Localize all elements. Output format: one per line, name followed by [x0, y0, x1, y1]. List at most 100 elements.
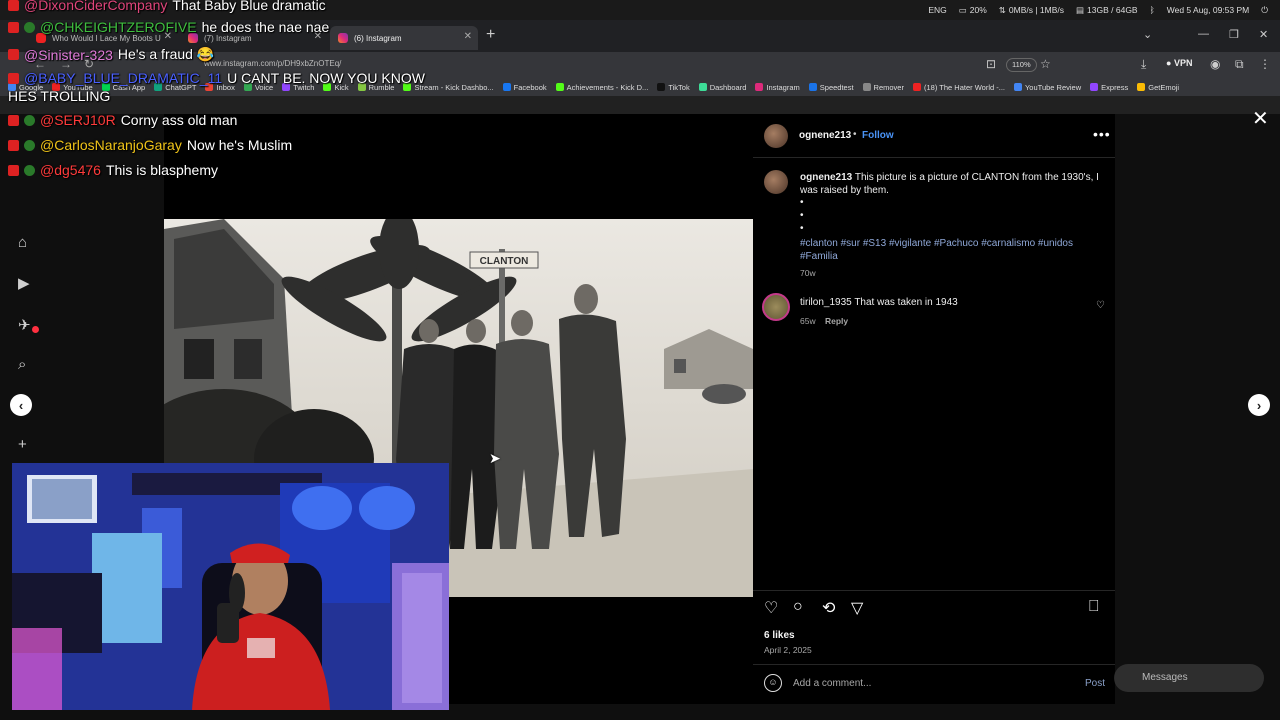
bookmark-star-icon[interactable]: ☆ [1040, 57, 1051, 71]
next-post-icon[interactable]: › [1248, 394, 1270, 416]
member-badge-icon [24, 139, 35, 151]
new-tab-button[interactable]: + [486, 26, 495, 44]
emoji-icon[interactable]: ☺ [764, 674, 782, 692]
save-icon[interactable]: ⎕ [1089, 598, 1099, 616]
chat-message: @SERJ10R Corny ass old man [8, 112, 237, 128]
bookmark-item[interactable]: Facebook [502, 83, 547, 92]
bookmark-label: YouTube Review [1024, 82, 1082, 92]
bookmark-item[interactable]: Speedtest [808, 82, 854, 92]
zoom-indicator[interactable]: 110% [1006, 58, 1037, 72]
chat-text: He's a fraud 😂 [117, 46, 215, 62]
likes-count[interactable]: 6 likes [764, 630, 795, 641]
url-field[interactable]: www.instagram.com/p/DH9xbZnOTEq/ [204, 59, 341, 68]
language-indicator[interactable]: ENG [928, 5, 946, 15]
clock[interactable]: Wed 5 Aug, 09:53 PM [1167, 5, 1250, 15]
bluetooth-icon[interactable]: ᛒ [1150, 5, 1155, 15]
instagram-icon [338, 33, 348, 43]
chat-message: @dg5476 This is blasphemy [8, 162, 218, 178]
profile-icon[interactable]: ◉ [1210, 57, 1220, 71]
bookmark-label: Express [1101, 82, 1129, 92]
close-modal-icon[interactable]: ✕ [1252, 106, 1269, 131]
bookmark-favicon-icon [862, 83, 871, 91]
youtube-icon [8, 164, 19, 176]
reply-button[interactable]: Reply [825, 316, 848, 326]
divider [753, 157, 1115, 158]
bookmark-item[interactable]: TikTok [657, 83, 690, 92]
comment-username[interactable]: tirilon_1935 [800, 297, 852, 308]
comment-age[interactable]: 65w [800, 316, 816, 326]
bookmark-favicon-icon [1013, 83, 1022, 91]
bookmark-item[interactable]: Remover [862, 83, 904, 92]
vpn-button[interactable]: ● VPN [1166, 58, 1192, 68]
bookmark-label: (18) The Hater World -... [923, 82, 1005, 92]
commenter-avatar[interactable] [762, 293, 790, 321]
youtube-icon [8, 49, 19, 60]
notification-badge [32, 326, 39, 333]
comment-input[interactable]: Add a comment... [793, 678, 871, 689]
messages-button[interactable]: Messages [1114, 664, 1264, 692]
network-icon: ⇅ [998, 4, 1006, 15]
caption-username[interactable]: ognene213 [800, 172, 852, 183]
like-comment-icon[interactable]: ♡ [1096, 300, 1105, 311]
hashtags[interactable]: #clanton #sur #S13 #vigilante #Pachuco #… [800, 237, 1090, 263]
bookmark-item[interactable]: YouTube Review [1013, 82, 1082, 92]
bookmark-label: GetEmoji [1148, 82, 1180, 92]
battery-level: 20% [969, 5, 987, 15]
power-icon[interactable]: ⏻ [1261, 5, 1268, 16]
chat-text: Now he's Muslim [186, 137, 293, 153]
caption-bullet: • [800, 210, 804, 221]
divider [753, 664, 1115, 665]
reels-icon[interactable]: ▶ [18, 274, 30, 292]
bookmark-item[interactable]: (18) The Hater World -... [912, 82, 1005, 92]
screen: ENG ▭ 20% ⇅ 0MB/s | 1MB/s ▤ 13GB / 64GB ᛒ W… [0, 0, 1280, 720]
restore-button[interactable]: ❐ [1229, 28, 1239, 41]
menu-icon[interactable]: ⋮ [1259, 57, 1271, 71]
post-comment-button[interactable]: Post [1085, 678, 1105, 689]
messages-nav-icon[interactable]: ✈ [18, 316, 31, 334]
more-options-icon[interactable]: ••• [1093, 126, 1111, 142]
follow-button[interactable]: Follow [862, 130, 894, 141]
bookmark-item[interactable]: GetEmoji [1137, 83, 1179, 92]
author-avatar[interactable] [764, 124, 788, 148]
caption-age[interactable]: 70w [800, 268, 816, 278]
chat-message: @Sinister-323 He's a fraud 😂 [8, 46, 214, 63]
window-close-button[interactable]: ✕ [1259, 28, 1268, 41]
bookmark-item[interactable]: Dashboard [698, 82, 747, 92]
author-username[interactable]: ognene213 [799, 130, 851, 141]
chat-username: @CarlosNaranjoGaray [40, 137, 182, 153]
bookmark-favicon-icon [1090, 83, 1099, 91]
install-app-icon[interactable]: ⊡ [986, 57, 996, 71]
youtube-icon [8, 72, 19, 84]
bookmark-favicon-icon [1137, 83, 1146, 91]
bookmark-favicon-icon [808, 83, 817, 91]
home-icon[interactable]: ⌂ [18, 234, 27, 251]
minimize-button[interactable]: — [1198, 28, 1209, 40]
close-icon[interactable]: ✕ [464, 31, 472, 42]
create-icon[interactable]: + [18, 436, 27, 453]
member-badge-icon [24, 21, 35, 33]
extensions-icon[interactable]: ⧉ [1235, 57, 1244, 72]
like-icon[interactable]: ♡ [764, 598, 778, 618]
search-icon[interactable]: ⌕ [18, 356, 26, 373]
chat-username: @CHKEIGHTZEROFIVE [40, 19, 197, 35]
chat-message: @CHKEIGHTZEROFIVE he does the nae nae [8, 19, 329, 35]
comment: tirilon_1935 That was taken in 1943 [800, 297, 958, 308]
bookmark-label: Instagram [766, 82, 800, 92]
caption-avatar[interactable] [764, 170, 788, 194]
chat-message: HES TROLLING [8, 88, 110, 104]
tab-search-icon[interactable]: ⌄ [1143, 28, 1152, 41]
comment-icon[interactable]: ○ [793, 598, 803, 616]
download-icon[interactable]: ⤓ [1141, 57, 1146, 72]
share-icon[interactable]: ▽ [851, 598, 863, 618]
chat-message: @BABY_BLUE_DRAMATIC_11 U CANT BE. NOW YOU… [8, 70, 425, 86]
bookmark-label: Speedtest [819, 82, 854, 92]
bookmark-item[interactable]: Express [1090, 83, 1128, 92]
tab-instagram-6[interactable]: (6) Instagram ✕ [330, 26, 478, 50]
bookmark-favicon-icon [912, 83, 921, 91]
bookmark-label: Dashboard [709, 82, 747, 92]
repost-icon[interactable]: ⟲ [822, 598, 835, 618]
previous-post-icon[interactable]: ‹ [10, 394, 32, 416]
bookmark-item[interactable]: Achievements - Kick D... [555, 83, 648, 92]
bookmark-item[interactable]: Instagram [755, 82, 800, 92]
chat-text: This is blasphemy [105, 162, 218, 178]
